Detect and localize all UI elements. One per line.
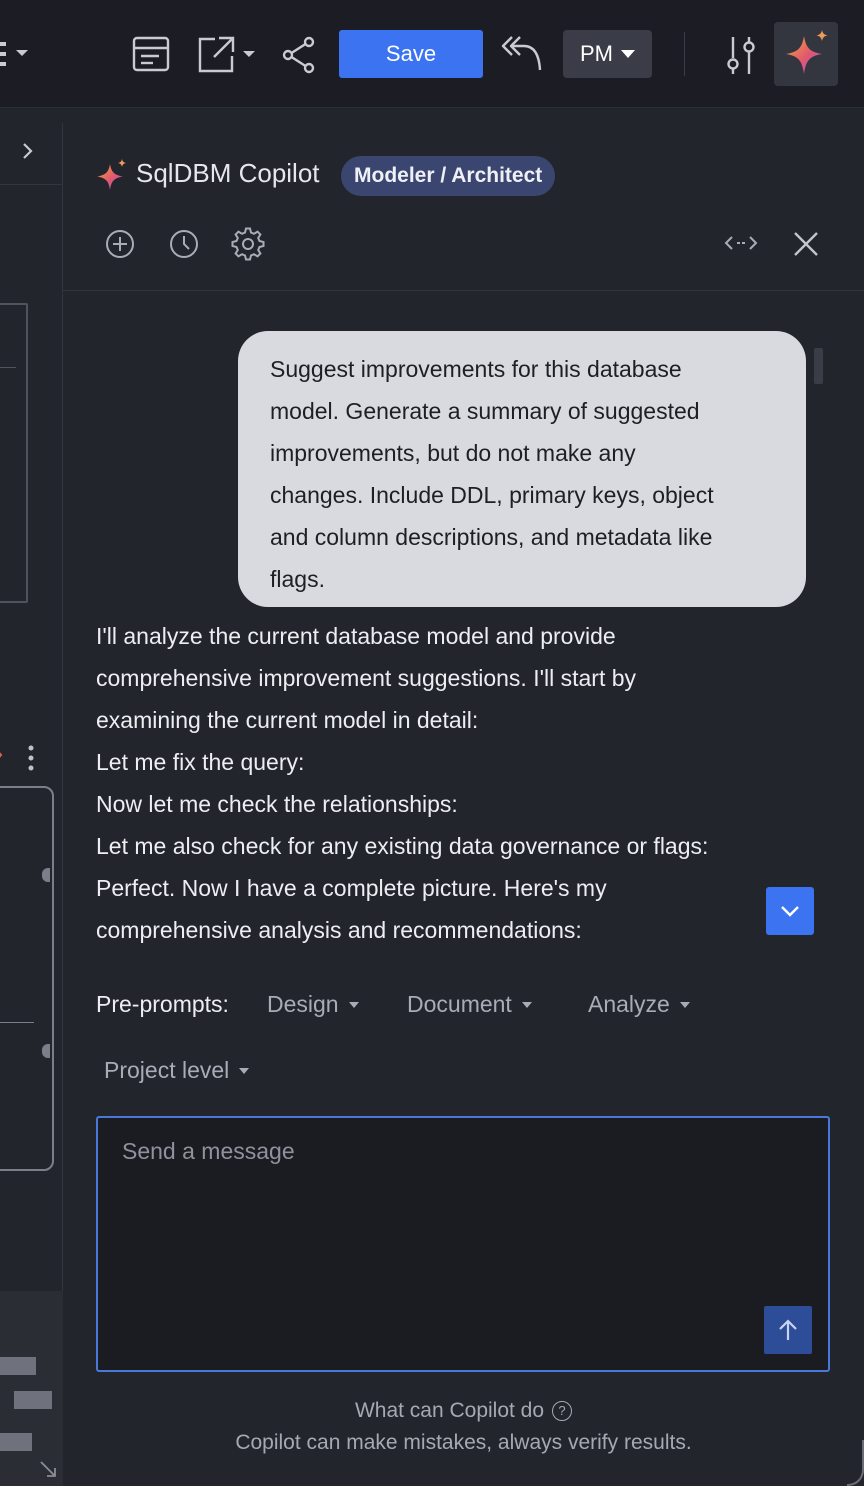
arrow-up-icon <box>779 1319 797 1340</box>
preprompt-label: Document <box>407 991 512 1017</box>
resize-corner-icon[interactable] <box>38 1459 58 1484</box>
chevron-right-icon[interactable] <box>20 141 34 167</box>
project-menu-button[interactable]: PM <box>563 30 652 78</box>
sparkle-icon <box>786 30 828 74</box>
help-link[interactable]: What can Copilot do? <box>63 1399 864 1423</box>
chevron-down-icon <box>239 1067 250 1074</box>
preprompt-project-level-dropdown[interactable]: Project level <box>104 1057 250 1084</box>
share-icon[interactable] <box>281 36 317 74</box>
minimap[interactable] <box>0 1291 63 1486</box>
relation-marker-icon <box>0 747 4 767</box>
reply-all-icon[interactable] <box>500 34 544 74</box>
assistant-line: comprehensive improvement suggestions. I… <box>96 665 637 691</box>
sliders-icon[interactable] <box>724 34 758 76</box>
preprompt-label: Analyze <box>588 991 670 1017</box>
assistant-message: I'll analyze the current database model … <box>96 615 796 951</box>
chevron-down-icon <box>348 1001 359 1008</box>
chevron-down-icon <box>679 1001 690 1008</box>
save-button[interactable]: Save <box>339 30 483 78</box>
layout-icon[interactable] <box>131 34 171 74</box>
app-window: Save PM SqlDBM Copilot Modeler / Archite… <box>0 0 864 1486</box>
assistant-line: Now let me check the relationships: <box>96 791 458 817</box>
diagram-canvas[interactable] <box>0 123 63 1486</box>
expand-horizontal-icon[interactable] <box>723 229 759 257</box>
disclaimer-text: Copilot can make mistakes, always verify… <box>235 1431 692 1454</box>
history-icon[interactable] <box>168 228 200 260</box>
preprompt-analyze-dropdown[interactable]: Analyze <box>588 991 690 1018</box>
close-icon[interactable] <box>791 229 821 259</box>
toolbar-divider <box>684 32 685 76</box>
preprompt-design-dropdown[interactable]: Design <box>267 991 359 1018</box>
role-badge[interactable]: Modeler / Architect <box>341 156 556 196</box>
chevron-down-icon <box>521 1001 532 1008</box>
question-icon: ? <box>552 1400 573 1421</box>
assistant-line: Let me fix the query: <box>96 749 305 775</box>
user-message-line: flags. <box>270 566 325 592</box>
chat-area[interactable]: Suggest improvements for this database m… <box>63 292 864 952</box>
user-message-line: changes. Include DDL, primary keys, obje… <box>270 482 714 508</box>
preprompts-label: Pre-prompts: <box>96 991 229 1017</box>
export-icon[interactable] <box>197 34 261 74</box>
copilot-header: SqlDBM Copilot Modeler / Architect <box>63 123 864 291</box>
preprompt-label: Design <box>267 991 339 1017</box>
send-button[interactable] <box>764 1306 812 1354</box>
message-input[interactable] <box>122 1138 802 1318</box>
scroll-to-bottom-button[interactable] <box>766 887 814 935</box>
chevron-down-icon <box>621 50 635 58</box>
message-composer <box>96 1116 830 1372</box>
plus-circle-icon[interactable] <box>104 228 136 260</box>
project-initials: PM <box>580 41 613 66</box>
user-message-bubble: Suggest improvements for this database m… <box>238 331 806 607</box>
assistant-line: Perfect. Now I have a complete picture. … <box>96 875 607 901</box>
assistant-line: examining the current model in detail: <box>96 707 479 733</box>
chevron-down-icon <box>781 906 799 917</box>
user-message-line: model. Generate a summary of suggested <box>270 398 700 424</box>
table-node[interactable] <box>0 303 28 603</box>
copilot-toggle-button[interactable] <box>774 22 838 86</box>
canvas-header <box>0 123 63 185</box>
copilot-title: SqlDBM Copilot <box>136 158 320 188</box>
chat-scrollbar[interactable] <box>814 348 823 384</box>
preprompt-document-dropdown[interactable]: Document <box>407 991 532 1018</box>
user-message-line: Suggest improvements for this database <box>270 356 682 382</box>
user-message-line: improvements, but do not make any <box>270 440 636 466</box>
menu-dropdown-icon[interactable] <box>0 38 36 70</box>
preprompt-label: Project level <box>104 1057 230 1083</box>
table-node-selected[interactable] <box>0 786 54 1171</box>
assistant-line: comprehensive analysis and recommendatio… <box>96 917 582 943</box>
top-toolbar: Save PM <box>0 0 864 108</box>
sparkle-icon <box>96 158 128 197</box>
more-options-icon[interactable] <box>26 745 36 777</box>
assistant-line: I'll analyze the current database model … <box>96 623 616 649</box>
gear-icon[interactable] <box>231 227 265 261</box>
user-message-line: and column descriptions, and metadata li… <box>270 524 713 550</box>
help-link-label: What can Copilot do <box>354 1399 545 1422</box>
assistant-line: Let me also check for any existing data … <box>96 833 709 859</box>
copilot-panel: SqlDBM Copilot Modeler / Architect Sugge… <box>63 123 864 1486</box>
